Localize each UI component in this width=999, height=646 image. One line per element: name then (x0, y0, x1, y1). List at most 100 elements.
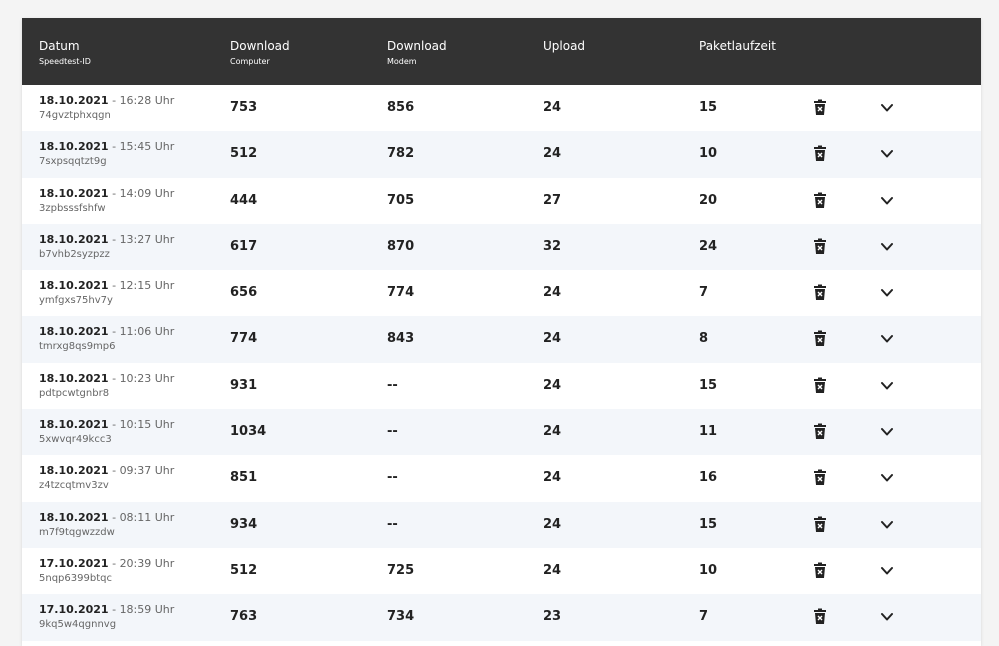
download-computer-value: 931 (230, 377, 258, 393)
paketlaufzeit-value: 10 (699, 146, 718, 162)
date-separator: - (108, 603, 120, 617)
row-time: 12:15 Uhr (119, 279, 175, 293)
row-time: 09:37 Uhr (119, 464, 175, 478)
row-date: 18.10.2021 (39, 464, 109, 478)
table-row: 18.10.2021 - 10:15 Uhr 5xwvqr49kcc3 1034… (22, 409, 981, 456)
chevron-down-icon[interactable] (879, 609, 895, 623)
download-modem-value: -- (387, 470, 398, 486)
chevron-down-icon[interactable] (879, 517, 895, 531)
upload-value: 24 (543, 424, 562, 440)
upload-value: 24 (543, 100, 562, 115)
trash-icon[interactable] (813, 562, 827, 579)
download-modem-value: 734 (387, 609, 415, 625)
trash-icon[interactable] (813, 192, 827, 209)
date-separator: - (108, 279, 120, 293)
table-row: 17.10.2021 - 18:59 Uhr 9kq5w4qgnnvg 763 … (22, 594, 981, 641)
chevron-down-icon[interactable] (879, 100, 895, 114)
row-date: 18.10.2021 (39, 510, 109, 524)
date-cell: 18.10.2021 - 11:06 Uhr tmrxg8qs9mp6 (39, 324, 174, 354)
row-date: 18.10.2021 (39, 140, 109, 154)
download-modem-value: 870 (387, 238, 415, 254)
download-computer-value: 753 (230, 100, 258, 115)
speedtest-id: 5xwvqr49kcc3 (39, 434, 112, 446)
table-row: 18.10.2021 - 12:15 Uhr ymfgxs75hv7y 656 … (22, 270, 981, 316)
header-speedtest-id-label: Speedtest-ID (39, 57, 91, 66)
header-download-computer-label: Download (230, 39, 290, 53)
download-computer-value: 763 (230, 609, 258, 625)
upload-value: 24 (543, 331, 562, 347)
date-cell: 18.10.2021 - 12:15 Uhr ymfgxs75hv7y (39, 278, 174, 308)
row-time: 15:45 Uhr (119, 140, 175, 154)
download-computer-value: 1034 (230, 424, 267, 440)
chevron-down-icon[interactable] (879, 378, 895, 392)
chevron-down-icon[interactable] (879, 470, 895, 484)
table-row: 18.10.2021 - 15:45 Uhr 7sxpsqqtzt9g 512 … (22, 131, 981, 178)
row-time: 14:09 Uhr (119, 186, 175, 200)
trash-icon[interactable] (813, 284, 827, 301)
trash-icon[interactable] (813, 516, 827, 533)
upload-value: 24 (543, 146, 562, 162)
download-computer-value: 656 (230, 285, 258, 301)
date-separator: - (108, 186, 120, 200)
speedtest-id: 3zpbsssfshfw (39, 202, 106, 214)
header-paketlaufzeit-label: Paketlaufzeit (699, 39, 776, 53)
upload-value: 24 (543, 516, 562, 532)
table-header: Datum Speedtest-ID Download Computer Dow… (22, 18, 981, 85)
speedtest-id: pdtpcwtgnbr8 (39, 387, 110, 399)
row-time: 11:06 Uhr (119, 325, 175, 339)
chevron-down-icon[interactable] (879, 563, 895, 577)
speedtest-id: 74gvztphxqgn (39, 110, 111, 121)
row-date: 18.10.2021 (39, 279, 109, 293)
row-time: 10:15 Uhr (119, 418, 175, 432)
download-modem-value: 782 (387, 146, 415, 162)
trash-icon[interactable] (813, 99, 827, 116)
date-cell: 18.10.2021 - 09:37 Uhr z4tzcqtmv3zv (39, 463, 174, 493)
row-time: 20:39 Uhr (119, 556, 175, 570)
trash-icon[interactable] (813, 238, 827, 255)
chevron-down-icon[interactable] (879, 146, 895, 160)
chevron-down-icon[interactable] (879, 239, 895, 253)
date-separator: - (108, 325, 120, 339)
table-row: 17.10.2021 - 20:39 Uhr 5nqp6399btqc 512 … (22, 548, 981, 594)
header-datum-label: Datum (39, 39, 80, 53)
table-row: 18.10.2021 - 14:09 Uhr 3zpbsssfshfw 444 … (22, 178, 981, 224)
row-date: 18.10.2021 (39, 371, 109, 385)
date-cell: 18.10.2021 - 14:09 Uhr 3zpbsssfshfw (39, 186, 174, 216)
date-separator: - (108, 140, 120, 154)
date-cell: 17.10.2021 - 20:39 Uhr 5nqp6399btqc (39, 556, 174, 586)
speedtest-id: tmrxg8qs9mp6 (39, 341, 116, 353)
paketlaufzeit-value: 7 (699, 609, 709, 625)
trash-icon[interactable] (813, 423, 827, 440)
speedtest-id: ymfgxs75hv7y (39, 295, 113, 307)
row-date: 18.10.2021 (39, 325, 109, 339)
download-modem-value: 774 (387, 285, 415, 301)
row-date: 18.10.2021 (39, 418, 109, 432)
row-time: 13:27 Uhr (119, 232, 175, 246)
paketlaufzeit-value: 15 (699, 377, 718, 393)
date-separator: - (108, 464, 120, 478)
table-row: 18.10.2021 - 10:23 Uhr pdtpcwtgnbr8 931 … (22, 363, 981, 409)
chevron-down-icon[interactable] (879, 424, 895, 438)
row-date: 18.10.2021 (39, 232, 109, 246)
date-separator: - (108, 556, 120, 570)
trash-icon[interactable] (813, 469, 827, 486)
upload-value: 24 (543, 562, 562, 578)
header-computer-sublabel: Computer (230, 57, 270, 66)
date-cell: 18.10.2021 - 08:11 Uhr m7f9tqgwzzdw (39, 510, 174, 540)
speedtest-id: 5nqp6399btqc (39, 572, 112, 584)
download-computer-value: 851 (230, 470, 258, 486)
trash-icon[interactable] (813, 145, 827, 162)
speedtest-id: 9kq5w4qgnnvg (39, 619, 117, 631)
chevron-down-icon[interactable] (879, 285, 895, 299)
trash-icon[interactable] (813, 330, 827, 347)
trash-icon[interactable] (813, 608, 827, 625)
date-cell: 18.10.2021 - 10:15 Uhr 5xwvqr49kcc3 (39, 417, 174, 447)
chevron-down-icon[interactable] (879, 193, 895, 207)
trash-icon[interactable] (813, 377, 827, 394)
chevron-down-icon[interactable] (879, 331, 895, 345)
row-date: 17.10.2021 (39, 556, 109, 570)
download-modem-value: 725 (387, 562, 415, 578)
speedtest-id: z4tzcqtmv3zv (39, 480, 109, 492)
table-row: 18.10.2021 - 09:37 Uhr z4tzcqtmv3zv 851 … (22, 455, 981, 501)
paketlaufzeit-value: 15 (699, 516, 718, 532)
